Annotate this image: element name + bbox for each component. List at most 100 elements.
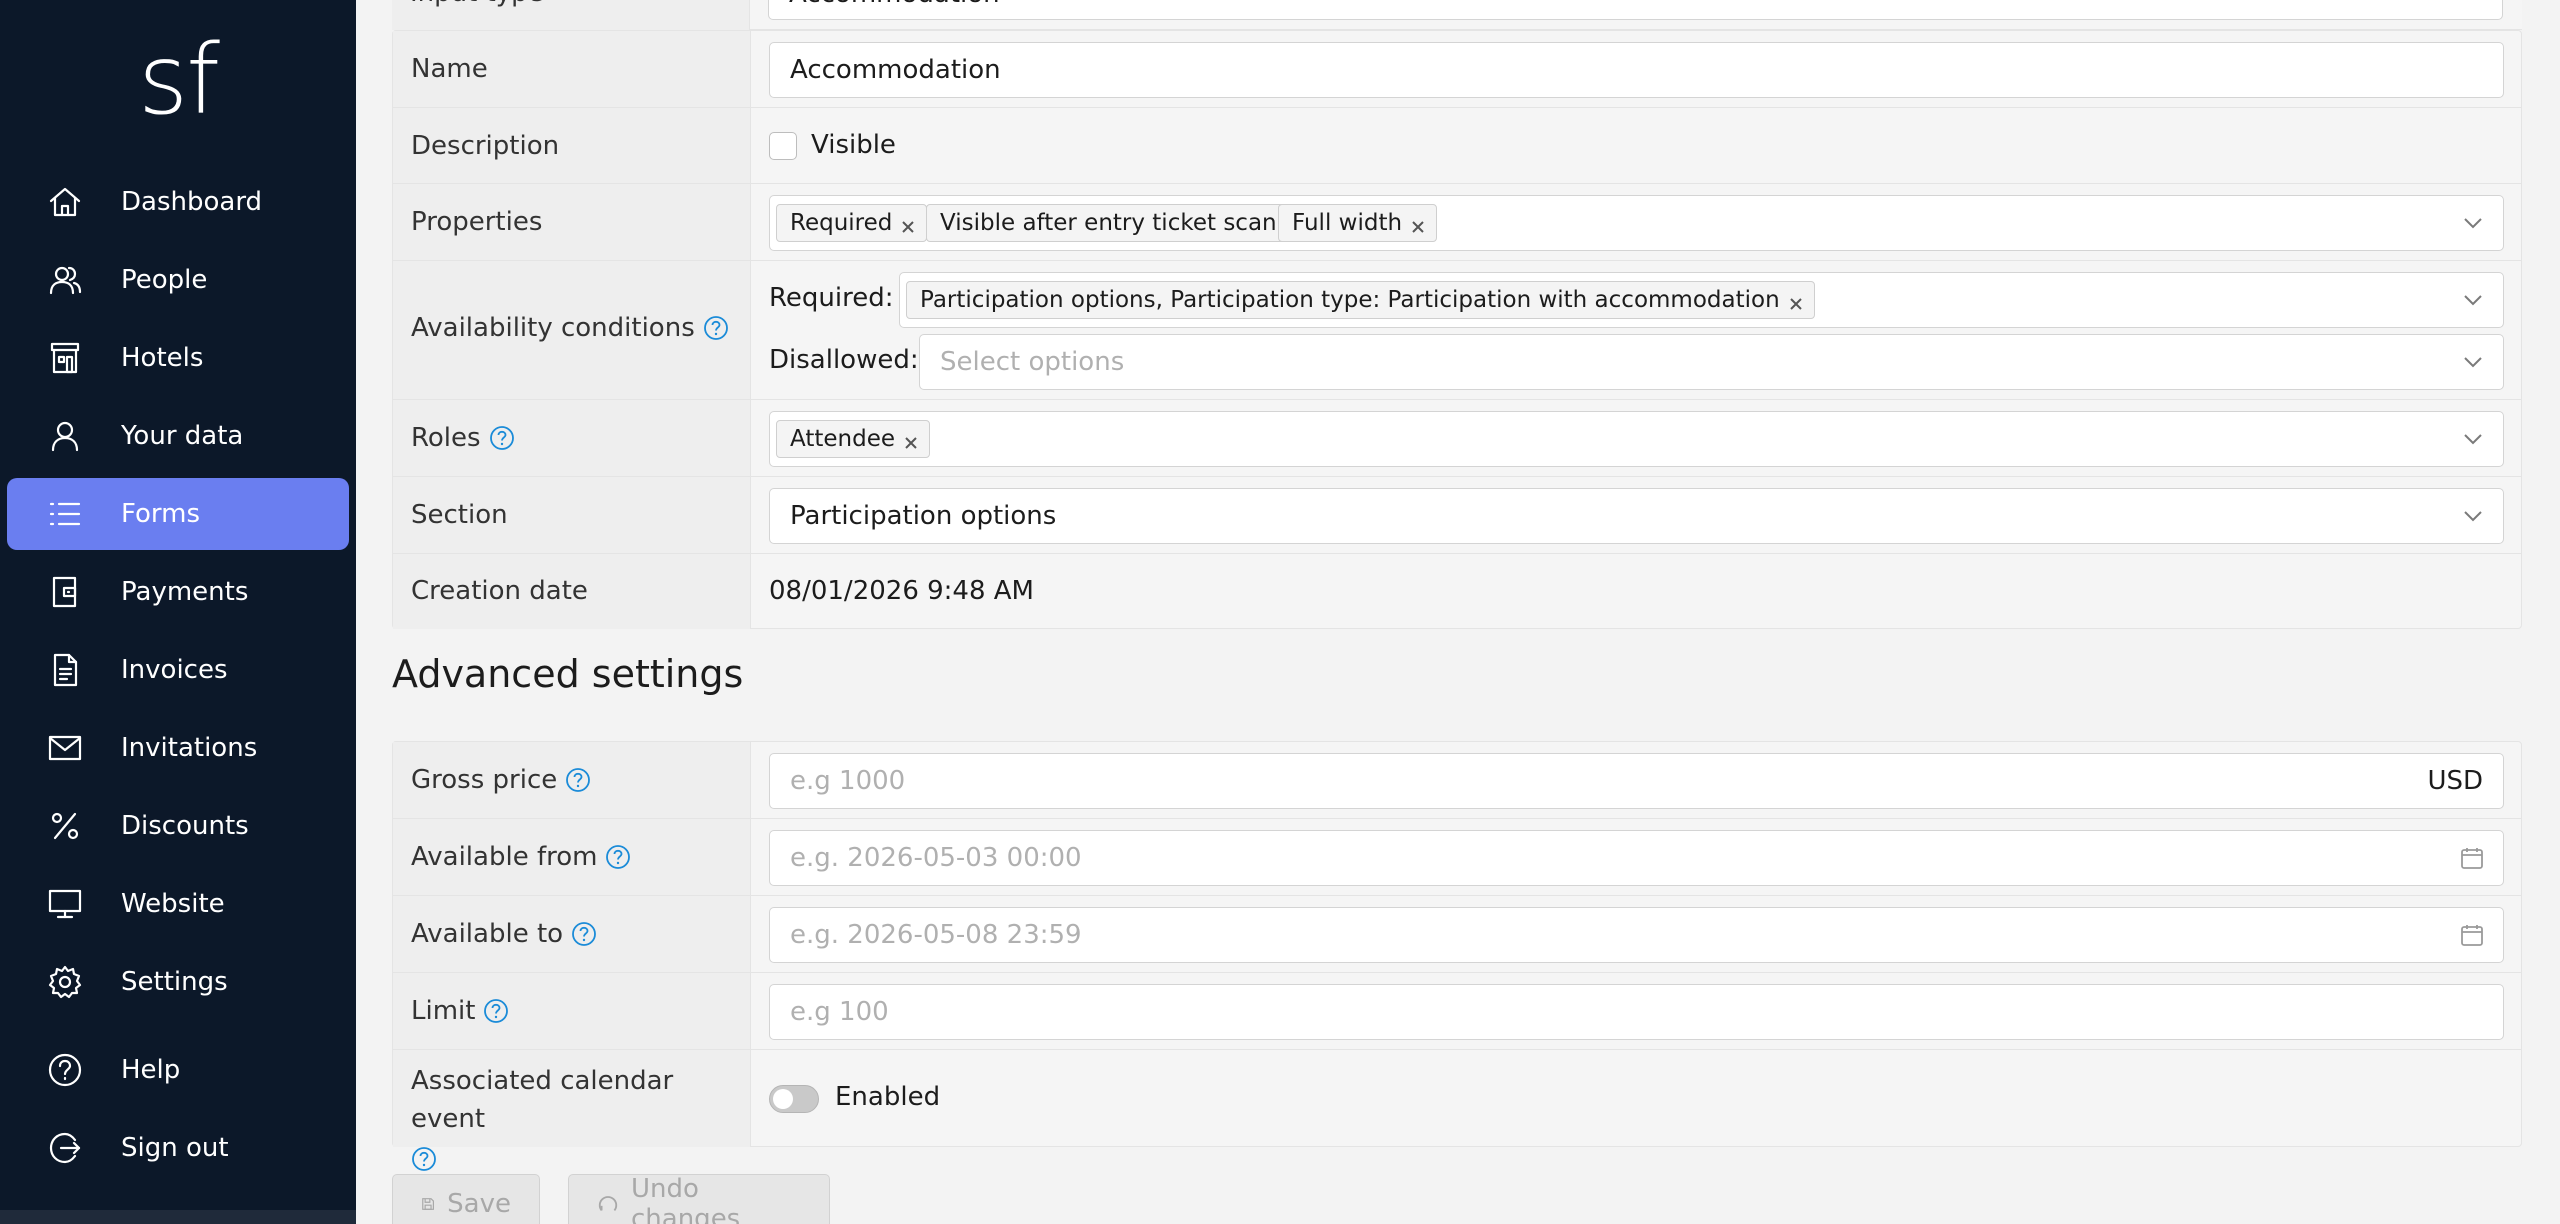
calendar-event-label: Associated calendar event [411, 1062, 731, 1176]
description-row: Description Visible [393, 108, 2521, 184]
calendar-event-toggle[interactable] [769, 1085, 819, 1113]
nav-item-invoices[interactable]: Invoices [7, 634, 349, 706]
calendar-icon[interactable] [2459, 845, 2485, 871]
name-input[interactable]: Accommodation [769, 42, 2504, 98]
chevron-down-icon[interactable] [2461, 427, 2485, 451]
help-icon[interactable] [483, 998, 509, 1024]
available-to-label-cell: Available to [393, 896, 751, 972]
save-button[interactable]: Save [392, 1174, 540, 1224]
help-icon[interactable] [605, 844, 631, 870]
nav-item-your-data[interactable]: Your data [7, 400, 349, 472]
calendar-icon[interactable] [2459, 922, 2485, 948]
nav-label: People [121, 265, 208, 295]
help-icon[interactable] [411, 1145, 437, 1171]
available-to-label: Available to [411, 919, 597, 949]
tag-label: Required [790, 210, 893, 236]
mail-icon [47, 730, 83, 766]
undo-changes-button[interactable]: Undo changes [568, 1174, 830, 1224]
available-from-datepicker[interactable]: e.g. 2026-05-03 00:00 [769, 830, 2504, 886]
nav-item-payments[interactable]: Payments [7, 556, 349, 628]
tag-visible-after-scan: Visible after entry ticket scan [926, 204, 1312, 242]
tag-full-width: Full width [1278, 204, 1438, 242]
sidebar-footer [0, 1210, 356, 1224]
available-from-row: Available from e.g. 2026-05-03 00:00 [393, 819, 2521, 896]
visible-checkbox[interactable] [769, 132, 797, 160]
help-icon[interactable] [565, 767, 591, 793]
nav-label: Your data [121, 421, 244, 451]
home-icon [47, 184, 83, 220]
nav-label: Help [121, 1055, 181, 1085]
sidebar: sf Dashboard People Hotels Your data For… [0, 0, 356, 1224]
chevron-down-icon[interactable] [2461, 288, 2485, 312]
remove-tag-icon[interactable] [1788, 292, 1804, 310]
currency-suffix: USD [2427, 766, 2483, 796]
description-label: Description [411, 131, 560, 161]
nav-label: Invitations [121, 733, 258, 763]
remove-tag-icon[interactable] [903, 431, 919, 449]
nav-item-discounts[interactable]: Discounts [7, 790, 349, 862]
availability-label-cell: Availability conditions [393, 261, 751, 399]
nav-label: Forms [121, 499, 201, 529]
limit-placeholder: e.g 100 [790, 997, 889, 1027]
roles-label-cell: Roles [393, 400, 751, 476]
input-type-value: Accommodation [789, 0, 1000, 9]
properties-multiselect[interactable]: Required Visible after entry ticket scan… [769, 195, 2504, 251]
save-icon [422, 1198, 434, 1210]
available-to-datepicker[interactable]: e.g. 2026-05-08 23:59 [769, 907, 2504, 963]
creation-date-value: 08/01/2026 9:48 AM [769, 576, 1034, 606]
section-row: Section Participation options [393, 477, 2521, 554]
tag-participation-accommodation: Participation options, Participation typ… [906, 281, 1815, 319]
available-from-label: Available from [411, 842, 631, 872]
input-type-select[interactable]: Accommodation [768, 0, 2503, 20]
calendar-event-toggle-label: Enabled [835, 1082, 941, 1112]
limit-input[interactable]: e.g 100 [769, 984, 2504, 1040]
properties-row: Properties Required Visible after entry … [393, 184, 2521, 261]
people-icon [47, 262, 83, 298]
chevron-down-icon[interactable] [2461, 504, 2485, 528]
nav-item-dashboard[interactable]: Dashboard [7, 166, 349, 238]
calendar-event-label-cell: Associated calendar event [393, 1050, 751, 1171]
nav-item-forms[interactable]: Forms [7, 478, 349, 550]
tag-label: Visible after entry ticket scan [940, 210, 1277, 236]
tag-label: Attendee [790, 426, 895, 452]
help-icon[interactable] [703, 315, 729, 341]
nav-label: Settings [121, 967, 228, 997]
limit-label-cell: Limit [393, 973, 751, 1049]
nav-item-help[interactable]: Help [7, 1034, 349, 1106]
roles-multiselect[interactable]: Attendee [769, 411, 2504, 467]
nav-item-invitations[interactable]: Invitations [7, 712, 349, 784]
disallowed-conditions-select[interactable]: Select options [919, 334, 2504, 390]
tag-attendee: Attendee [776, 420, 930, 458]
roles-row: Roles Attendee [393, 400, 2521, 477]
required-conditions-multiselect[interactable]: Participation options, Participation typ… [899, 272, 2504, 328]
nav-item-settings[interactable]: Settings [7, 946, 349, 1018]
limit-row: Limit e.g 100 [393, 973, 2521, 1050]
available-from-placeholder: e.g. 2026-05-03 00:00 [790, 843, 1082, 873]
wallet-icon [47, 574, 83, 610]
gross-price-input[interactable]: e.g 1000 USD [769, 753, 2504, 809]
available-to-row: Available to e.g. 2026-05-08 23:59 [393, 896, 2521, 973]
nav-item-website[interactable]: Website [7, 868, 349, 940]
calendar-event-row: Associated calendar event Enabled [393, 1050, 2521, 1171]
available-from-label-text: Available from [411, 842, 598, 872]
nav-item-people[interactable]: People [7, 244, 349, 316]
input-type-label: Input type [410, 0, 544, 8]
creation-date-row: Creation date 08/01/2026 9:48 AM [393, 554, 2521, 629]
visible-checkbox-label: Visible [811, 130, 896, 160]
nav-item-hotels[interactable]: Hotels [7, 322, 349, 394]
required-label: Required: [769, 283, 894, 313]
section-select[interactable]: Participation options [769, 488, 2504, 544]
advanced-settings-title: Advanced settings [392, 652, 744, 696]
remove-tag-icon[interactable] [900, 215, 916, 233]
availability-row: Availability conditions Required: Partic… [393, 261, 2521, 400]
help-icon[interactable] [571, 921, 597, 947]
remove-tag-icon[interactable] [1410, 215, 1426, 233]
chevron-down-icon[interactable] [2461, 211, 2485, 235]
nav-label: Hotels [121, 343, 204, 373]
nav-item-sign-out[interactable]: Sign out [7, 1112, 349, 1184]
help-icon[interactable] [489, 425, 515, 451]
tag-required: Required [776, 204, 928, 242]
name-row: Name Accommodation [393, 31, 2521, 108]
chevron-down-icon[interactable] [2461, 350, 2485, 374]
input-type-label-cell: Input type [392, 0, 750, 30]
